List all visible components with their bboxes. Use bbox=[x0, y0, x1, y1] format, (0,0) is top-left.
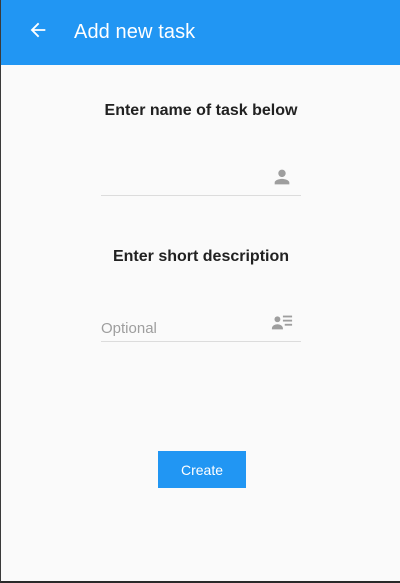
add-task-screen: Add new task Enter name of task below En… bbox=[0, 0, 400, 583]
task-name-field[interactable] bbox=[101, 156, 301, 196]
arrow-left-icon bbox=[27, 19, 49, 46]
task-name-label: Enter name of task below bbox=[104, 102, 298, 119]
app-bar: Add new task bbox=[1, 0, 400, 65]
page-title: Add new task bbox=[74, 21, 196, 43]
create-button[interactable]: Create bbox=[158, 451, 246, 488]
contact-details-icon bbox=[271, 311, 293, 333]
back-button[interactable] bbox=[10, 5, 66, 61]
person-icon bbox=[271, 166, 293, 188]
task-description-field[interactable] bbox=[101, 302, 301, 342]
task-name-input[interactable] bbox=[101, 171, 271, 195]
task-description-label: Enter short description bbox=[112, 248, 290, 265]
task-description-input[interactable] bbox=[101, 317, 271, 341]
